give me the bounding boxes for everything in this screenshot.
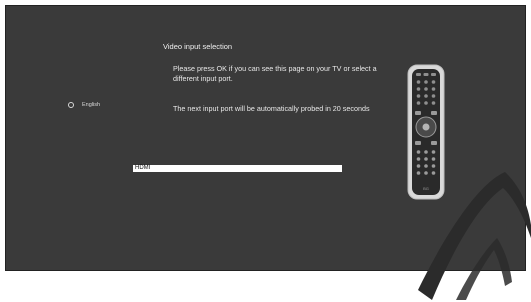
language-option[interactable]: English — [68, 102, 100, 108]
language-radio[interactable] — [68, 102, 74, 108]
probe-countdown-message: The next input port will be automaticall… — [173, 104, 370, 113]
page-frame: Video input selection Please press OK if… — [0, 0, 531, 302]
remote-control-icon: BG — [407, 64, 445, 200]
tv-screen: Video input selection Please press OK if… — [5, 5, 526, 271]
confirm-message: Please press OK if you can see this page… — [173, 64, 377, 83]
language-label: English — [82, 102, 101, 108]
page-title: Video input selection — [163, 42, 233, 51]
input-port-field[interactable]: HDMI — [133, 165, 342, 172]
remote-brand: BG — [423, 186, 429, 191]
